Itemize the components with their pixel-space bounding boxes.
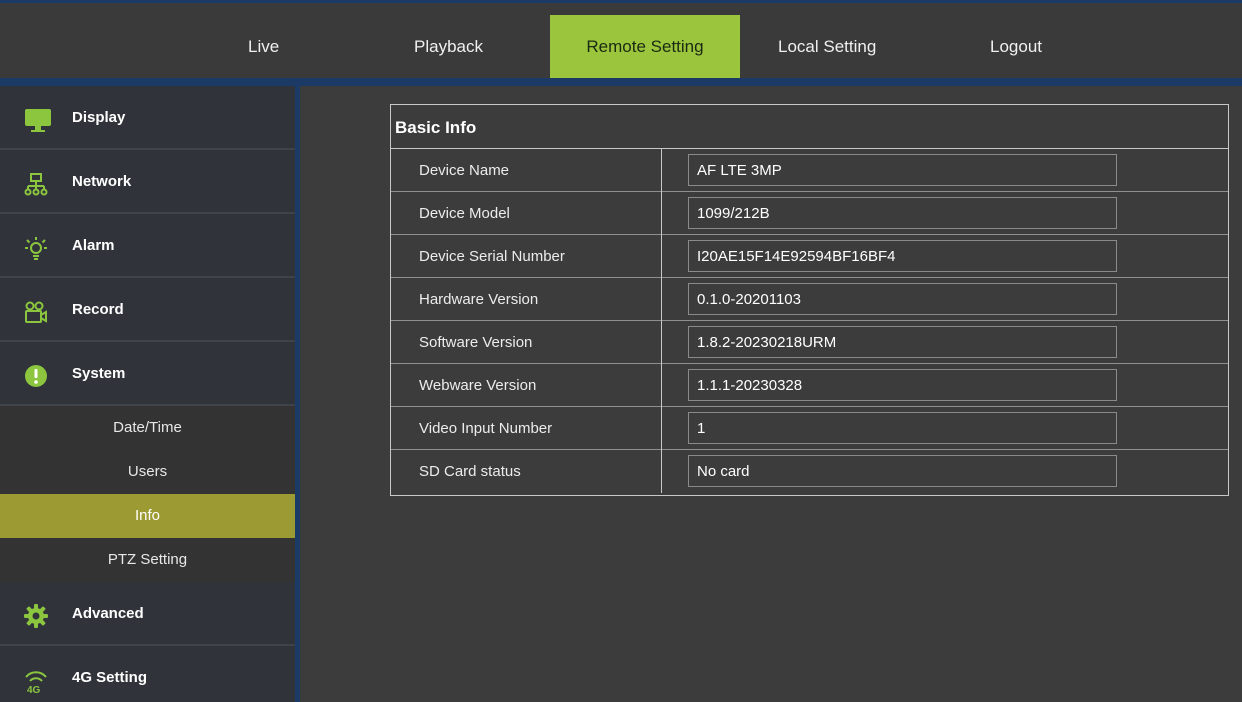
column-divider bbox=[661, 235, 662, 278]
table-row: Device Serial Number bbox=[391, 235, 1228, 278]
sidebar-item-4g-setting[interactable]: 4G 4G Setting bbox=[0, 646, 295, 702]
submenu-item-ptz-setting[interactable]: PTZ Setting bbox=[0, 538, 295, 582]
monitor-icon bbox=[24, 108, 51, 132]
exclamation-icon bbox=[24, 364, 48, 388]
column-divider bbox=[661, 321, 662, 364]
software-version-field[interactable] bbox=[688, 326, 1117, 358]
record-icon bbox=[24, 300, 48, 324]
network-icon bbox=[24, 172, 48, 196]
table-row: Hardware Version bbox=[391, 278, 1228, 321]
field-label: Device Name bbox=[419, 162, 510, 179]
tab-playback[interactable]: Playback bbox=[414, 15, 483, 78]
tab-remote-setting[interactable]: Remote Setting bbox=[550, 15, 740, 78]
sd-card-status-field[interactable] bbox=[688, 455, 1117, 487]
field-label: SD Card status bbox=[419, 463, 521, 480]
tab-logout[interactable]: Logout bbox=[990, 15, 1042, 78]
sidebar-item-label: System bbox=[72, 365, 126, 382]
svg-text:4G: 4G bbox=[27, 685, 41, 694]
device-serial-number-field[interactable] bbox=[688, 240, 1117, 272]
sidebar-item-label: 4G Setting bbox=[72, 669, 148, 686]
sidebar-item-label: Network bbox=[72, 173, 132, 190]
device-model-field[interactable] bbox=[688, 197, 1117, 229]
video-input-number-field[interactable] bbox=[688, 412, 1117, 444]
table-row: Video Input Number bbox=[391, 407, 1228, 450]
field-label: Hardware Version bbox=[419, 291, 539, 308]
basic-info-table: Basic Info Device Name Device Model Devi… bbox=[390, 104, 1229, 496]
submenu-item-info[interactable]: Info bbox=[0, 494, 295, 538]
main-content: Basic Info Device Name Device Model Devi… bbox=[305, 86, 1242, 702]
field-label: Webware Version bbox=[419, 377, 537, 394]
table-row: Device Name bbox=[391, 149, 1228, 192]
field-label: Device Model bbox=[419, 205, 510, 222]
hardware-version-field[interactable] bbox=[688, 283, 1117, 315]
table-row: Software Version bbox=[391, 321, 1228, 364]
tab-live[interactable]: Live bbox=[248, 15, 279, 78]
sidebar-item-label: Record bbox=[72, 301, 124, 318]
table-row: SD Card status bbox=[391, 450, 1228, 493]
field-label: Device Serial Number bbox=[419, 248, 565, 265]
column-divider bbox=[661, 278, 662, 321]
gear-icon bbox=[24, 604, 48, 628]
sidebar-item-display[interactable]: Display bbox=[0, 86, 295, 150]
column-divider bbox=[661, 364, 662, 407]
top-nav-bar: Live Playback Remote Setting Local Setti… bbox=[0, 0, 1242, 86]
field-label: Video Input Number bbox=[419, 420, 553, 437]
alarm-icon bbox=[24, 236, 48, 260]
sidebar-item-alarm[interactable]: Alarm bbox=[0, 214, 295, 278]
device-name-field[interactable] bbox=[688, 154, 1117, 186]
column-divider bbox=[661, 407, 662, 450]
sidebar-item-advanced[interactable]: Advanced bbox=[0, 582, 295, 646]
submenu-item-users[interactable]: Users bbox=[0, 450, 295, 494]
sidebar-item-system[interactable]: System bbox=[0, 342, 295, 406]
submenu-item-date-time[interactable]: Date/Time bbox=[0, 406, 295, 450]
field-label: Software Version bbox=[419, 334, 533, 351]
section-title: Basic Info bbox=[391, 105, 1228, 149]
sidebar-item-label: Alarm bbox=[72, 237, 115, 254]
tab-local-setting[interactable]: Local Setting bbox=[778, 15, 876, 78]
column-divider bbox=[661, 192, 662, 235]
column-divider bbox=[661, 450, 662, 493]
column-divider bbox=[661, 149, 662, 192]
sidebar-item-network[interactable]: Network bbox=[0, 150, 295, 214]
table-row: Device Model bbox=[391, 192, 1228, 235]
sidebar: Display Network Alarm Record System Date… bbox=[0, 86, 300, 702]
webware-version-field[interactable] bbox=[688, 369, 1117, 401]
sidebar-item-record[interactable]: Record bbox=[0, 278, 295, 342]
table-row: Webware Version bbox=[391, 364, 1228, 407]
sidebar-item-label: Display bbox=[72, 109, 126, 126]
sidebar-item-label: Advanced bbox=[72, 605, 144, 622]
signal-4g-icon: 4G bbox=[24, 668, 48, 696]
